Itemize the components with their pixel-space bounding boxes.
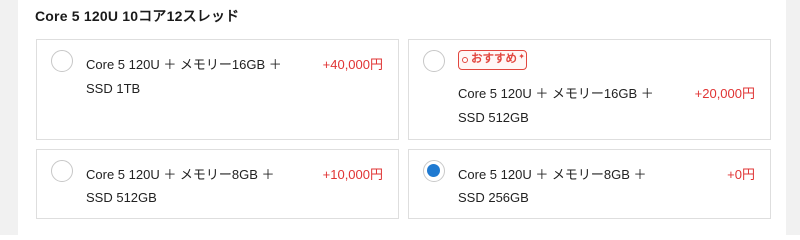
recommended-badge: おすすめ ✦ [458,50,527,70]
configuration-options-page: Core 5 120U 10コア12スレッド Core 5 120U ＋ メモリ… [0,0,800,235]
option-price: +40,000円 [322,57,383,72]
section-title: Core 5 120U 10コア12スレッド [35,8,240,24]
option-price: +0円 [727,167,755,182]
option-card-ssd-256gb[interactable]: Core 5 120U ＋ メモリー8GB ＋ SSD 256GB +0円 [408,149,771,219]
sparkle-icon: ✦ [518,52,525,61]
radio-unchecked-icon[interactable] [51,160,73,182]
badge-hole-icon [462,57,468,63]
option-storage-line: SSD 512GB [86,190,157,205]
right-gutter [786,0,800,235]
recommended-badge-label: おすすめ [471,53,517,65]
option-storage-line: SSD 1TB [86,81,141,96]
option-spec-line: Core 5 120U ＋ メモリー16GB ＋ [86,57,282,72]
option-price: +10,000円 [322,167,383,182]
radio-unchecked-icon[interactable] [51,50,73,72]
option-price: +20,000円 [694,86,755,101]
option-card-ssd-512gb-16gb[interactable]: おすすめ ✦ Core 5 120U ＋ メモリー16GB ＋ SSD 512G… [408,39,771,140]
left-gutter [0,0,18,235]
radio-unchecked-icon[interactable] [423,50,445,72]
option-card-ssd-1tb[interactable]: Core 5 120U ＋ メモリー16GB ＋ SSD 1TB +40,000… [36,39,399,140]
option-card-ssd-512gb-8gb[interactable]: Core 5 120U ＋ メモリー8GB ＋ SSD 512GB +10,00… [36,149,399,219]
option-spec-line: Core 5 120U ＋ メモリー8GB ＋ [458,167,647,182]
option-spec-line: Core 5 120U ＋ メモリー16GB ＋ [458,86,654,101]
option-storage-line: SSD 256GB [458,190,529,205]
radio-checked-icon[interactable] [423,160,445,182]
option-spec-line: Core 5 120U ＋ メモリー8GB ＋ [86,167,275,182]
option-storage-line: SSD 512GB [458,110,529,125]
